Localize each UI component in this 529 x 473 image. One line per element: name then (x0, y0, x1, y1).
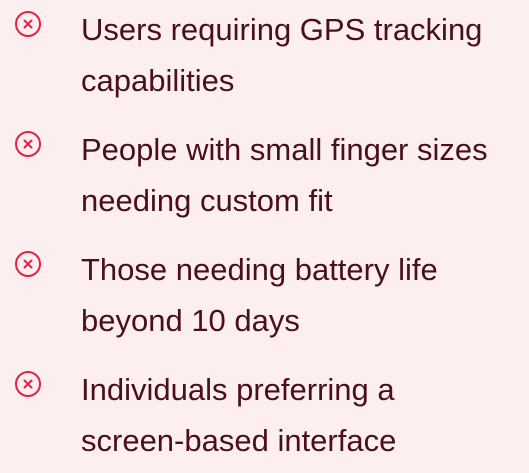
list-item-line-2: beyond 10 days (81, 303, 300, 338)
list-item-text: People with small finger sizes needing c… (81, 124, 529, 226)
close-circle-icon (15, 371, 41, 397)
close-circle-icon (15, 251, 41, 277)
list-item-line-2: needing custom fit (81, 183, 333, 218)
not-recommended-list: Users requiring GPS tracking capabilitie… (0, 0, 529, 473)
list-item-text: Users requiring GPS tracking capabilitie… (81, 4, 529, 106)
list-item-line-2: capabilities (81, 63, 235, 98)
close-circle-icon (15, 131, 41, 157)
list-item-line-1: Those needing battery life (81, 252, 438, 287)
list-item-line-1: Individuals preferring a (81, 372, 395, 407)
close-circle-icon (15, 11, 41, 37)
list-item-line-2: screen-based interface (81, 423, 397, 458)
list-item: Those needing battery life beyond 10 day… (0, 240, 529, 350)
list-item-text: Those needing battery life beyond 10 day… (81, 244, 529, 346)
list-item-text: Individuals preferring a screen-based in… (81, 364, 529, 466)
list-item: People with small finger sizes needing c… (0, 120, 529, 230)
list-item: Users requiring GPS tracking capabilitie… (0, 0, 529, 110)
list-item: Individuals preferring a screen-based in… (0, 360, 529, 470)
list-item-line-1: People with small finger sizes (81, 132, 488, 167)
list-item-line-1: Users requiring GPS tracking (81, 12, 483, 47)
